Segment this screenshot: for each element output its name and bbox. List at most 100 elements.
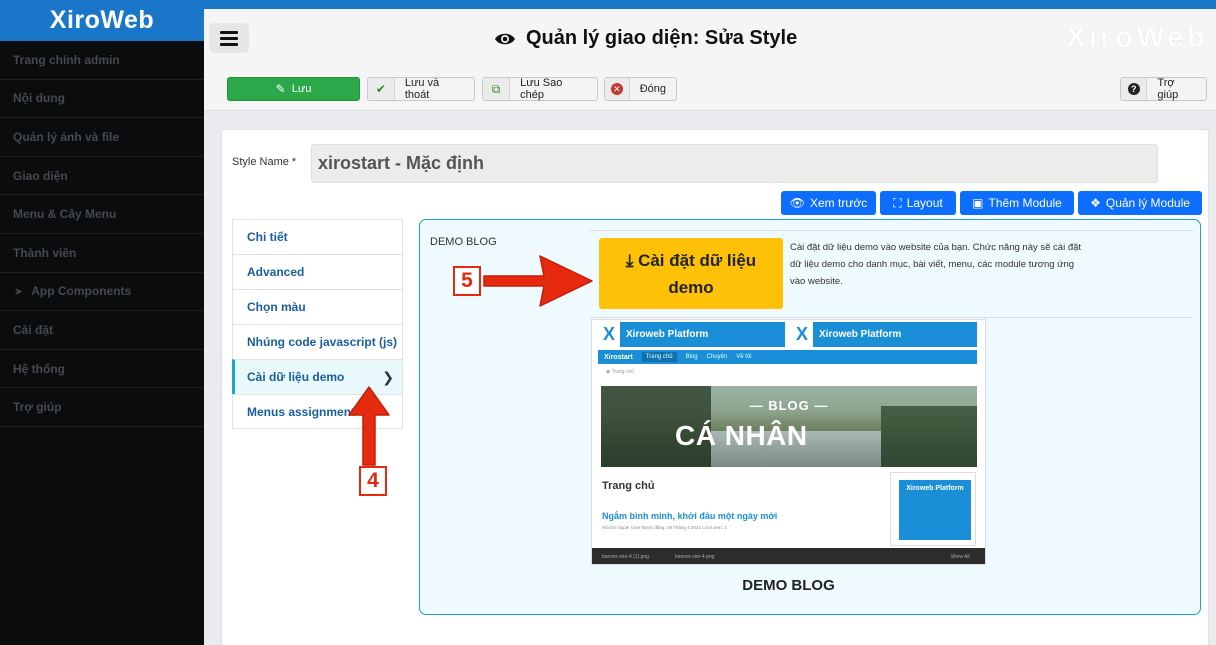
tab-label: Chi tiết bbox=[247, 230, 288, 244]
hamburger-menu-button[interactable] bbox=[209, 23, 249, 53]
sidebar-item-label: Trợ giúp bbox=[13, 400, 62, 415]
hero-title-line1-text: BLOG bbox=[768, 398, 810, 413]
tab-label: Advanced bbox=[247, 265, 305, 279]
layout-button[interactable]: ⛶ Layout bbox=[880, 191, 956, 215]
sidebar-item-label: Quản lý ảnh và file bbox=[13, 129, 120, 144]
sidebar-item-system[interactable]: Hệ thống bbox=[0, 350, 204, 389]
install-demo-label-2: demo bbox=[668, 278, 714, 297]
help-button[interactable]: ? Trợ giúp bbox=[1120, 77, 1207, 101]
demo-preview-thumbnail: X Xiroweb Platform X Xiroweb Platform Xi… bbox=[591, 319, 986, 565]
brand-logo[interactable]: XiroWeb bbox=[0, 0, 204, 41]
thumb-hero-image: — BLOG — CÁ NHÂN bbox=[601, 386, 977, 467]
annotation-arrow-right bbox=[483, 255, 593, 307]
demo-section-label: DEMO BLOG bbox=[430, 236, 497, 248]
install-demo-button[interactable]: ⤓ Cài đặt dữ liệu demo bbox=[599, 238, 783, 309]
download-icon: ⤓ bbox=[625, 251, 634, 270]
preview-label: Xem trước bbox=[809, 196, 868, 210]
thumb-show-all: Show All bbox=[950, 554, 970, 560]
sidebar-item-label: Nội dung bbox=[13, 91, 65, 106]
tab-label: Chọn màu bbox=[247, 300, 306, 314]
thumb-nav-item: Chuyên bbox=[706, 354, 728, 360]
save-close-button[interactable]: ✔ Lưu và thoát bbox=[367, 77, 475, 101]
sidebar: XiroWeb Trang chính admin Nội dung Quản … bbox=[0, 0, 204, 645]
thumb-post-meta: Hồi bởi Super User Được đăng: 08 Tháng 4… bbox=[602, 525, 727, 530]
save-button[interactable]: ✎ Lưu bbox=[227, 77, 360, 101]
style-name-input[interactable]: xirostart - Mặc định bbox=[311, 144, 1158, 183]
sidebar-item-menus[interactable]: Menu & Cây Menu bbox=[0, 195, 204, 234]
sidebar-item-help[interactable]: Trợ giúp bbox=[0, 388, 204, 427]
style-name-label: Style Name * bbox=[232, 156, 297, 168]
thumb-side-banner: Xiroweb Platform bbox=[890, 472, 976, 546]
map-pin-icon: ◉ bbox=[606, 369, 611, 375]
thumb-side-banner-inner: Xiroweb Platform bbox=[899, 480, 971, 540]
toolbar: ✎ Lưu ✔ Lưu và thoát ⧉ Lưu Sao chép ✕ Đó… bbox=[204, 65, 1216, 111]
thumb-nav-brand: Xirostart bbox=[604, 353, 633, 361]
tab-label: Nhúng code javascript (js) bbox=[247, 335, 398, 349]
thumb-post-title: Ngắm bình minh, khởi đầu một ngày mới bbox=[602, 511, 778, 521]
eye-icon bbox=[495, 33, 515, 44]
install-demo-row: ⤓ Cài đặt dữ liệu demo Cài đặt dữ liệu d… bbox=[590, 230, 1192, 318]
sidebar-item-content[interactable]: Nội dung bbox=[0, 80, 204, 119]
sidebar-item-users[interactable]: Thành viên bbox=[0, 234, 204, 273]
save-label: Lưu bbox=[291, 83, 312, 95]
manage-module-label: Quản lý Module bbox=[1105, 196, 1190, 210]
close-circle-icon: ✕ bbox=[605, 78, 630, 100]
thumb-nav-item: Blog bbox=[685, 354, 698, 360]
page-title-text: Quản lý giao diện: Sửa Style bbox=[526, 27, 798, 49]
sidebar-item-label: Menu & Cây Menu bbox=[13, 207, 117, 222]
chevron-right-icon: ❯ bbox=[382, 368, 394, 385]
header: Quản lý giao diện: Sửa Style XiroWeb bbox=[204, 9, 1216, 65]
sidebar-item-media[interactable]: Quản lý ảnh và file bbox=[0, 118, 204, 157]
thumb-download-bar: banner-xiro-4 (1).png banner-xiro-4.png … bbox=[592, 548, 985, 564]
thumb-breadcrumb-text: Trang chủ bbox=[611, 369, 635, 375]
thumb-nav-item: Về tôi bbox=[736, 354, 752, 360]
sidebar-item-label: Cài đặt bbox=[13, 322, 54, 337]
tab-label: Cài dữ liệu demo bbox=[247, 370, 345, 384]
thumb-banner-text: Xiroweb Platform bbox=[819, 329, 902, 340]
xiroweb-logo-icon: X bbox=[791, 322, 813, 347]
thumb-download-item: banner-xiro-4.png bbox=[674, 554, 715, 560]
sidebar-item-settings[interactable]: Cài đặt bbox=[0, 311, 204, 350]
close-label: Đóng bbox=[639, 83, 666, 95]
annotation-step-5: 5 bbox=[453, 266, 481, 296]
sidebar-item-label: App Components bbox=[31, 284, 132, 299]
add-module-button[interactable]: ▣ Thêm Module bbox=[960, 191, 1074, 215]
thumb-page-heading: Trang chủ bbox=[602, 480, 655, 492]
hero-title-line2: CÁ NHÂN bbox=[675, 420, 808, 451]
sidebar-item-label: Thành viên bbox=[13, 245, 77, 260]
save-close-label: Lưu và thoát bbox=[404, 77, 440, 101]
sidebar-item-themes[interactable]: Giao diện bbox=[0, 157, 204, 196]
paper-plane-icon: ➤ bbox=[14, 285, 24, 298]
thumb-navbar: Xirostart Trang chủ Blog Chuyên Về tôi bbox=[598, 350, 977, 364]
close-circle-glyph: ✕ bbox=[610, 83, 623, 95]
thumb-nav-item: Trang chủ bbox=[641, 352, 677, 362]
annotation-step-4: 4 bbox=[359, 466, 387, 496]
thumb-breadcrumb: ◉ Trang chủ bbox=[606, 369, 634, 375]
layout-label: Layout bbox=[906, 196, 943, 210]
add-module-label: Thêm Module bbox=[988, 196, 1062, 210]
preview-button[interactable]: 👁 Xem trước bbox=[781, 191, 876, 215]
sidebar-item-app-components[interactable]: ➤ App Components bbox=[0, 273, 204, 312]
eye-icon: 👁 bbox=[789, 196, 805, 210]
page-title: Quản lý giao diện: Sửa Style bbox=[494, 27, 797, 50]
question-icon: ? bbox=[1121, 78, 1148, 100]
manage-module-button[interactable]: ❖ Quản lý Module bbox=[1078, 191, 1202, 215]
sidebar-item-admin-home[interactable]: Trang chính admin bbox=[0, 41, 204, 80]
sidebar-item-label: Hệ thống bbox=[13, 361, 65, 376]
tab-advanced[interactable]: Advanced bbox=[232, 254, 403, 289]
tab-embed-js[interactable]: Nhúng code javascript (js) bbox=[232, 324, 403, 359]
close-button[interactable]: ✕ Đóng bbox=[604, 77, 677, 101]
layout-icon: ⛶ bbox=[893, 195, 902, 210]
tab-colors[interactable]: Chọn màu bbox=[232, 289, 403, 324]
save-copy-button[interactable]: ⧉ Lưu Sao chép bbox=[482, 77, 598, 101]
hamburger-line bbox=[220, 30, 238, 34]
tab-details[interactable]: Chi tiết bbox=[232, 219, 403, 254]
check-icon: ✔ bbox=[368, 78, 395, 100]
sidebar-item-label: Trang chính admin bbox=[13, 52, 120, 67]
tab-label: Menus assignment bbox=[247, 404, 356, 419]
cubes-icon: ❖ bbox=[1090, 196, 1101, 210]
install-demo-description: Cài đặt dữ liệu demo vào website của bạn… bbox=[790, 242, 1082, 287]
watermark-logo: XiroWeb bbox=[1065, 21, 1208, 54]
thumb-banner: X Xiroweb Platform bbox=[791, 322, 977, 347]
help-label: Trợ giúp bbox=[1157, 77, 1179, 101]
